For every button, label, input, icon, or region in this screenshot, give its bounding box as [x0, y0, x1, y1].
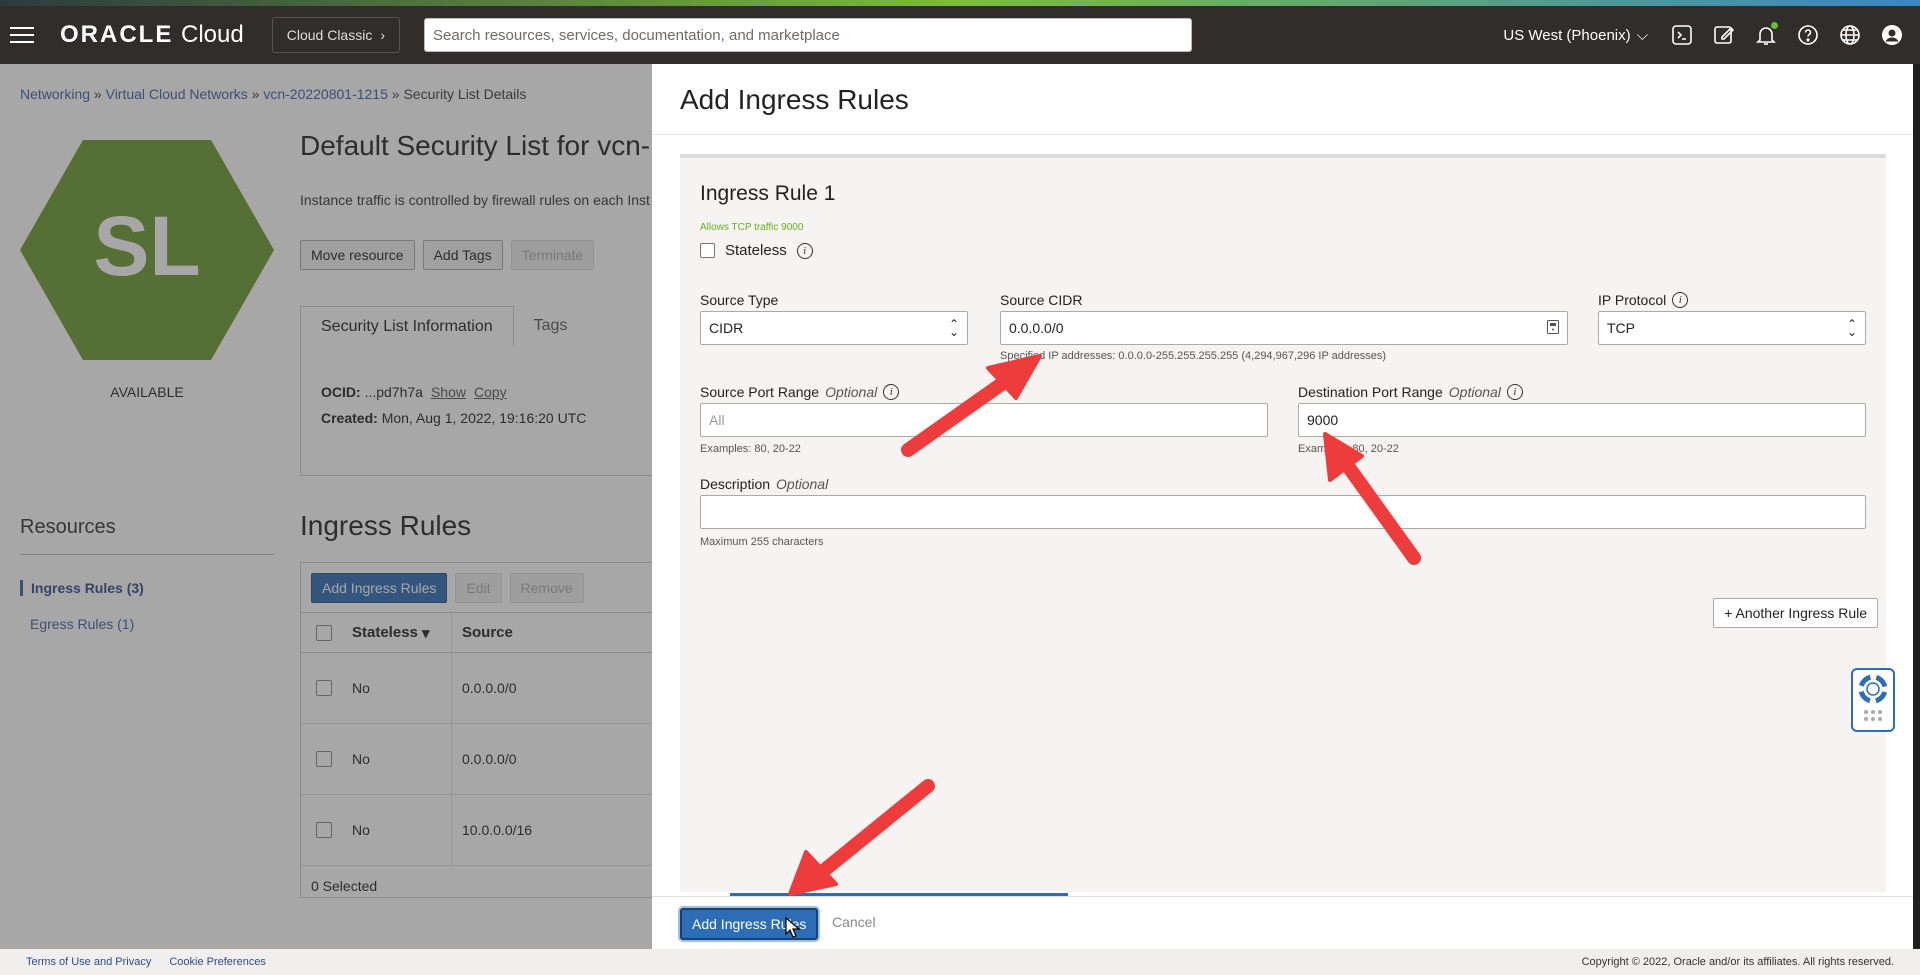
page-footer: Terms of Use and Privacy Cookie Preferen…	[0, 949, 1920, 975]
notifications-bell-icon[interactable]	[1752, 21, 1780, 49]
ip-protocol-label: IP Protocol	[1598, 292, 1667, 308]
description-label: Description	[700, 476, 771, 492]
globe-language-icon[interactable]	[1836, 21, 1864, 49]
panel-title: Add Ingress Rules	[680, 84, 909, 115]
description-hint: Maximum 255 characters	[700, 536, 824, 548]
cookie-preferences-link[interactable]: Cookie Preferences	[169, 956, 266, 968]
cancel-button[interactable]: Cancel	[832, 914, 876, 930]
rule-heading: Ingress Rule 1	[700, 182, 836, 205]
source-port-hint: Examples: 80, 20-22	[700, 443, 801, 455]
stateless-label: Stateless	[725, 242, 787, 259]
input-calculator-icon	[1547, 319, 1559, 337]
chevron-down-icon: ⌵	[1636, 26, 1648, 44]
copyright-text: Copyright © 2022, Oracle and/or its affi…	[1581, 956, 1894, 968]
destination-port-label: Destination Port Range	[1298, 384, 1443, 400]
destination-port-range-input[interactable]: 9000	[1298, 403, 1866, 437]
ip-protocol-select[interactable]: TCP ⌃ ⌄	[1598, 311, 1866, 345]
help-icon[interactable]	[1794, 21, 1822, 49]
stateless-info-icon[interactable]: i	[796, 242, 813, 259]
another-ingress-rule-button[interactable]: + Another Ingress Rule	[1713, 598, 1878, 628]
select-arrows-icon: ⌃ ⌄	[1846, 317, 1857, 339]
search-input[interactable]: Search resources, services, documentatio…	[424, 18, 1192, 52]
source-port-range-input[interactable]: All	[700, 403, 1268, 437]
top-navigation-bar: ORACLE Cloud Cloud Classic › Search resou…	[0, 6, 1920, 64]
panel-footer-divider	[652, 896, 1913, 897]
help-lifebuoy-icon[interactable]	[1851, 668, 1895, 732]
select-arrows-icon: ⌃ ⌄	[948, 317, 959, 339]
source-type-select[interactable]: CIDR ⌃ ⌄	[700, 311, 968, 345]
chevron-right-icon: ›	[380, 27, 385, 43]
description-input[interactable]	[700, 495, 1866, 529]
hamburger-menu-icon[interactable]	[0, 6, 44, 64]
modal-backdrop[interactable]	[0, 64, 652, 949]
ip-protocol-info-icon[interactable]: i	[1672, 292, 1689, 308]
add-ingress-rules-submit-button[interactable]: Add Ingress Rules	[680, 908, 819, 940]
source-type-label: Source Type	[700, 292, 779, 308]
panel-body: Ingress Rule 1 Allows TCP traffic 9000 S…	[680, 154, 1886, 892]
rule-subtitle: Allows TCP traffic 9000	[700, 222, 804, 233]
add-ingress-rules-panel: Add Ingress Rules Ingress Rule 1 Allows …	[652, 64, 1913, 949]
destination-port-hint: Examples: 80, 20-22	[1298, 443, 1399, 455]
cloud-classic-button[interactable]: Cloud Classic ›	[271, 17, 400, 53]
source-cidr-input[interactable]: 0.0.0.0/0	[1000, 311, 1568, 345]
cloud-shell-icon[interactable]	[1668, 21, 1696, 49]
user-profile-icon[interactable]	[1878, 21, 1906, 49]
source-port-info-icon[interactable]: i	[883, 384, 900, 400]
stateless-checkbox[interactable]	[700, 243, 715, 258]
terms-link[interactable]: Terms of Use and Privacy	[26, 956, 151, 968]
destination-port-info-icon[interactable]: i	[1506, 384, 1523, 400]
source-port-label: Source Port Range	[700, 384, 820, 400]
panel-divider	[652, 134, 1913, 135]
edit-icon[interactable]	[1710, 21, 1738, 49]
ingress-rule-card: Ingress Rule 1 Allows TCP traffic 9000 S…	[680, 158, 1886, 578]
window-edge	[1913, 64, 1920, 949]
oracle-cloud-logo[interactable]: ORACLE Cloud	[60, 21, 244, 49]
source-cidr-label: Source CIDR	[1000, 292, 1083, 308]
region-selector[interactable]: US West (Phoenix) ⌵	[1503, 27, 1648, 44]
source-cidr-hint: Specified IP addresses: 0.0.0.0-255.255.…	[1000, 350, 1387, 362]
